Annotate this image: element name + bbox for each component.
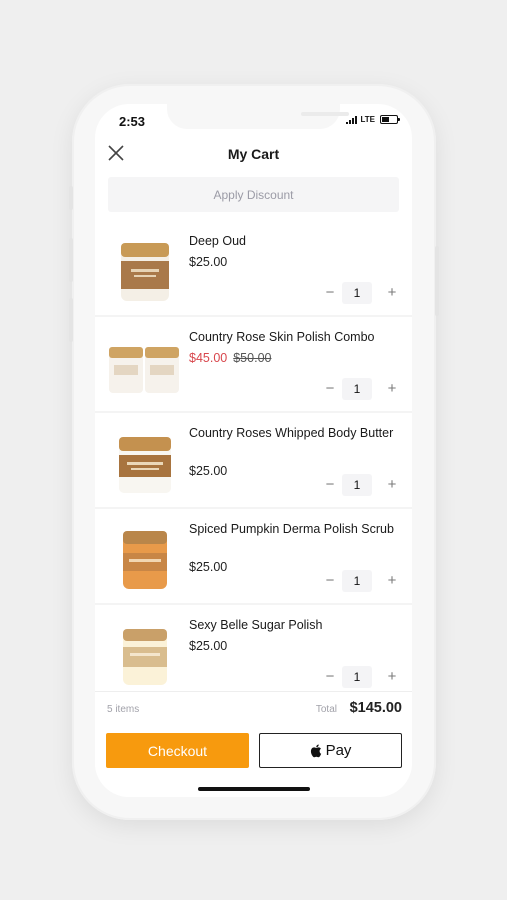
home-indicator: [198, 787, 310, 791]
product-name: Country Rose Skin Polish Combo: [189, 330, 375, 344]
phone-power-button: [435, 246, 439, 316]
product-image: [123, 629, 167, 685]
quantity-value: 1: [342, 474, 372, 496]
product-price: $25.00: [189, 639, 228, 653]
quantity-stepper: − 1 +: [322, 570, 400, 592]
original-price: $50.00: [233, 351, 272, 365]
speaker: [301, 112, 349, 116]
page-title: My Cart: [227, 146, 280, 162]
notch: [167, 104, 349, 129]
total-value: $145.00: [349, 700, 402, 716]
phone-volume-down-button: [69, 298, 73, 342]
cart-list[interactable]: Deep Oud $25.00 − 1 + Country Rose Skin …: [95, 221, 412, 691]
product-image: [119, 437, 171, 493]
decrease-quantity-button[interactable]: −: [322, 666, 338, 688]
items-count: 5 items: [107, 704, 140, 715]
quantity-value: 1: [342, 666, 372, 688]
increase-quantity-button[interactable]: +: [384, 666, 400, 688]
quantity-stepper: − 1 +: [322, 378, 400, 400]
increase-quantity-button[interactable]: +: [384, 570, 400, 592]
product-price: $25.00: [189, 255, 228, 269]
battery-icon: [380, 115, 400, 124]
quantity-stepper: − 1 +: [322, 666, 400, 688]
product-price: $45.00 $50.00: [189, 351, 271, 365]
header: My Cart: [95, 138, 412, 170]
increase-quantity-button[interactable]: +: [384, 282, 400, 304]
cart-item: Spiced Pumpkin Derma Polish Scrub $25.00…: [95, 509, 412, 603]
quantity-stepper: − 1 +: [322, 474, 400, 496]
product-price: $25.00: [189, 464, 228, 478]
decrease-quantity-button[interactable]: −: [322, 570, 338, 592]
cart-item: Sexy Belle Sugar Polish $25.00 − 1 +: [95, 605, 412, 691]
decrease-quantity-button[interactable]: −: [322, 378, 338, 400]
increase-quantity-button[interactable]: +: [384, 378, 400, 400]
cart-item: Country Roses Whipped Body Butter $25.00…: [95, 413, 412, 507]
cart-item: Deep Oud $25.00 − 1 +: [95, 221, 412, 315]
status-icons: LTE: [346, 115, 400, 124]
product-name: Sexy Belle Sugar Polish: [189, 618, 323, 632]
cart-item: Country Rose Skin Polish Combo $45.00 $50…: [95, 317, 412, 411]
phone-volume-up-button: [69, 238, 73, 282]
quantity-value: 1: [342, 378, 372, 400]
quantity-stepper: − 1 +: [322, 282, 400, 304]
total-label: Total: [315, 704, 337, 715]
product-name: Spiced Pumpkin Derma Polish Scrub: [189, 522, 394, 536]
network-label: LTE: [360, 115, 375, 124]
apply-discount-button[interactable]: Apply Discount: [108, 177, 399, 212]
product-name: Deep Oud: [189, 234, 246, 248]
increase-quantity-button[interactable]: +: [384, 474, 400, 496]
checkout-button[interactable]: Checkout: [106, 733, 249, 768]
signal-icon: [346, 115, 358, 124]
cart-footer: 5 items Total $145.00 Checkout Pay: [95, 691, 412, 797]
quantity-value: 1: [342, 570, 372, 592]
product-name: Country Roses Whipped Body Butter: [189, 426, 394, 440]
product-price: $25.00: [189, 560, 228, 574]
quantity-value: 1: [342, 282, 372, 304]
decrease-quantity-button[interactable]: −: [322, 474, 338, 496]
product-image: [109, 347, 179, 393]
apple-logo-icon: [310, 744, 321, 758]
sale-price: $45.00: [189, 351, 228, 365]
decrease-quantity-button[interactable]: −: [322, 282, 338, 304]
apple-pay-label: Pay: [325, 742, 352, 759]
status-time: 2:53: [119, 114, 146, 129]
product-image: [123, 531, 167, 589]
product-image: [121, 243, 169, 301]
phone-side-button: [69, 186, 73, 210]
apple-pay-button[interactable]: Pay: [259, 733, 402, 768]
app-screen: 2:53 LTE My Cart Apply Discount Deep Oud: [95, 104, 412, 797]
